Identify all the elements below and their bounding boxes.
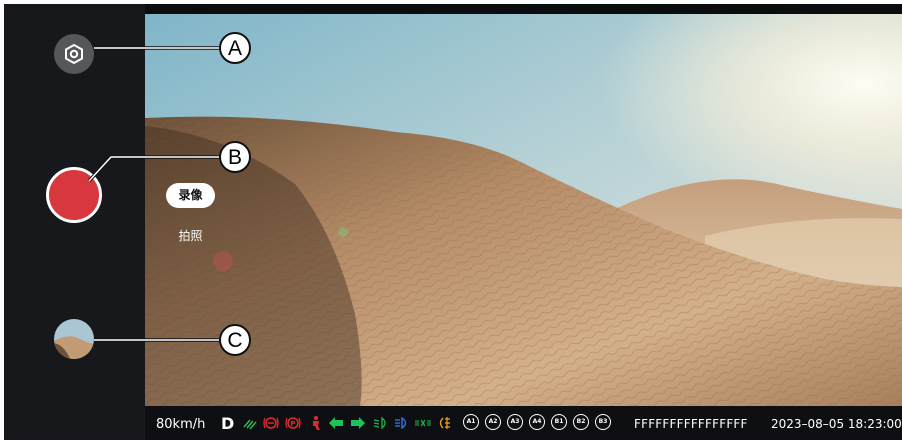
camera-app-screen: 80km/h D P A1 A2 A3 A4 B1 B2 B3 FFFFFFFF… <box>0 0 902 448</box>
callout-b: B <box>219 141 251 173</box>
callout-leader-lines <box>87 46 219 342</box>
callout-a: A <box>219 32 251 64</box>
callout-c: C <box>219 324 251 356</box>
